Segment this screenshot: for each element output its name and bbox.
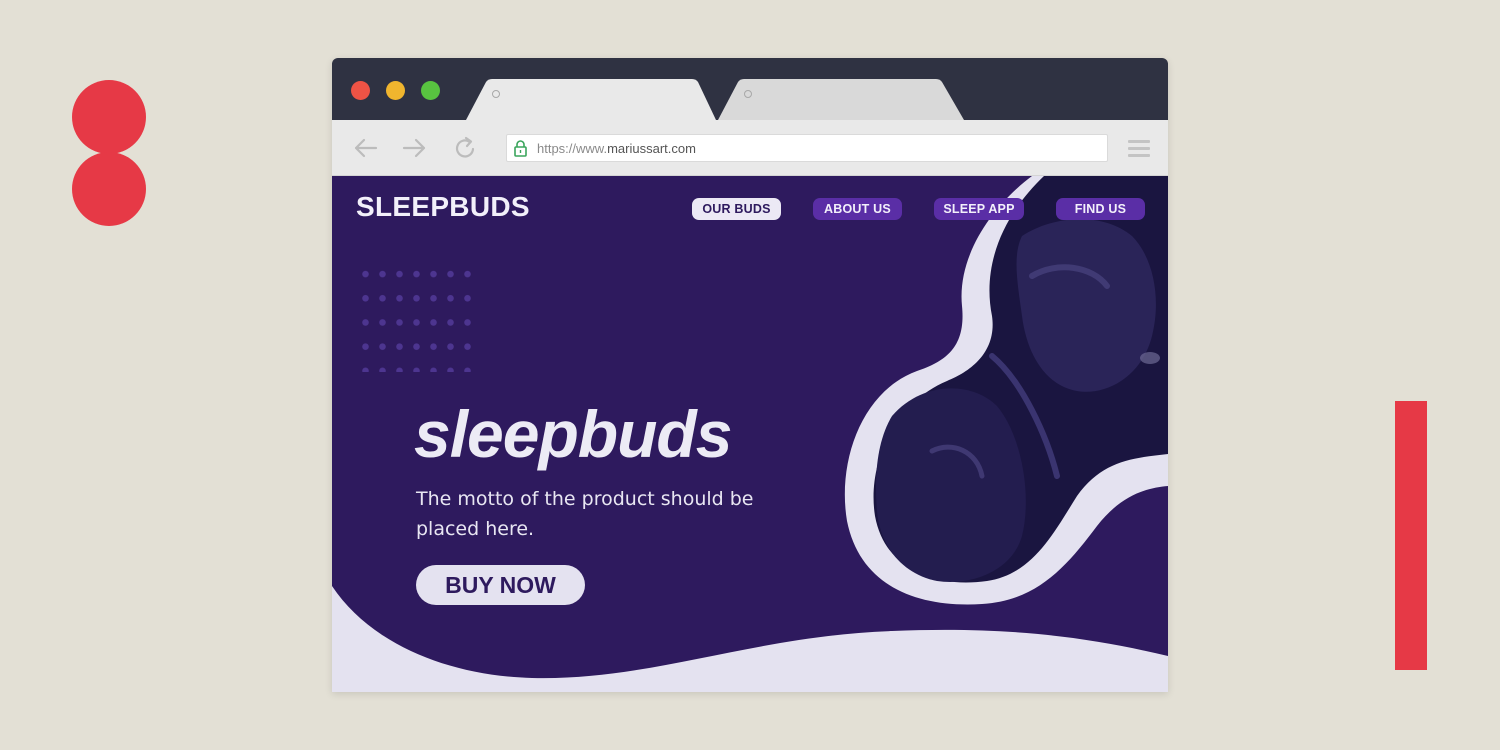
nav-find-us[interactable]: FIND US <box>1056 198 1145 220</box>
browser-titlebar <box>332 58 1168 120</box>
site-logo[interactable]: SLEEPBUDS <box>356 191 530 223</box>
decorative-red-circle-bottom <box>72 152 146 226</box>
tab-favicon-icon <box>744 90 752 98</box>
url-prefix: https://www. <box>537 141 608 156</box>
close-window-button[interactable] <box>351 81 370 100</box>
hero-motto: The motto of the product should be place… <box>416 488 754 540</box>
browser-tab-inactive[interactable] <box>718 79 968 120</box>
decorative-red-circle-top <box>72 80 146 154</box>
hamburger-menu-icon[interactable] <box>1128 140 1150 161</box>
browser-tab-active[interactable] <box>466 79 716 120</box>
browser-toolbar: https://www.mariussart.com <box>332 120 1168 176</box>
hero-title: sleepbuds <box>414 397 732 471</box>
back-arrow-icon[interactable] <box>351 136 379 160</box>
nav-about-us[interactable]: ABOUT US <box>813 198 902 220</box>
website-viewport: SLEEPBUDS OUR BUDS ABOUT US SLEEP APP FI… <box>332 176 1168 692</box>
address-bar[interactable]: https://www.mariussart.com <box>506 134 1108 162</box>
minimize-window-button[interactable] <box>386 81 405 100</box>
tab-favicon-icon <box>492 90 500 98</box>
nav-our-buds[interactable]: OUR BUDS <box>692 198 781 220</box>
buy-now-button[interactable]: BUY NOW <box>416 565 585 605</box>
nav-sleep-app[interactable]: SLEEP APP <box>934 198 1024 220</box>
browser-window: https://www.mariussart.com SLEEPBUDS OUR… <box>332 58 1168 692</box>
decorative-dot-grid <box>357 262 472 372</box>
lock-icon <box>514 140 527 161</box>
url-domain: mariussart.com <box>607 141 696 156</box>
url-text: https://www.mariussart.com <box>537 141 696 156</box>
reload-icon[interactable] <box>452 136 480 160</box>
maximize-window-button[interactable] <box>421 81 440 100</box>
decorative-red-bar <box>1395 401 1427 670</box>
forward-arrow-icon[interactable] <box>401 136 429 160</box>
